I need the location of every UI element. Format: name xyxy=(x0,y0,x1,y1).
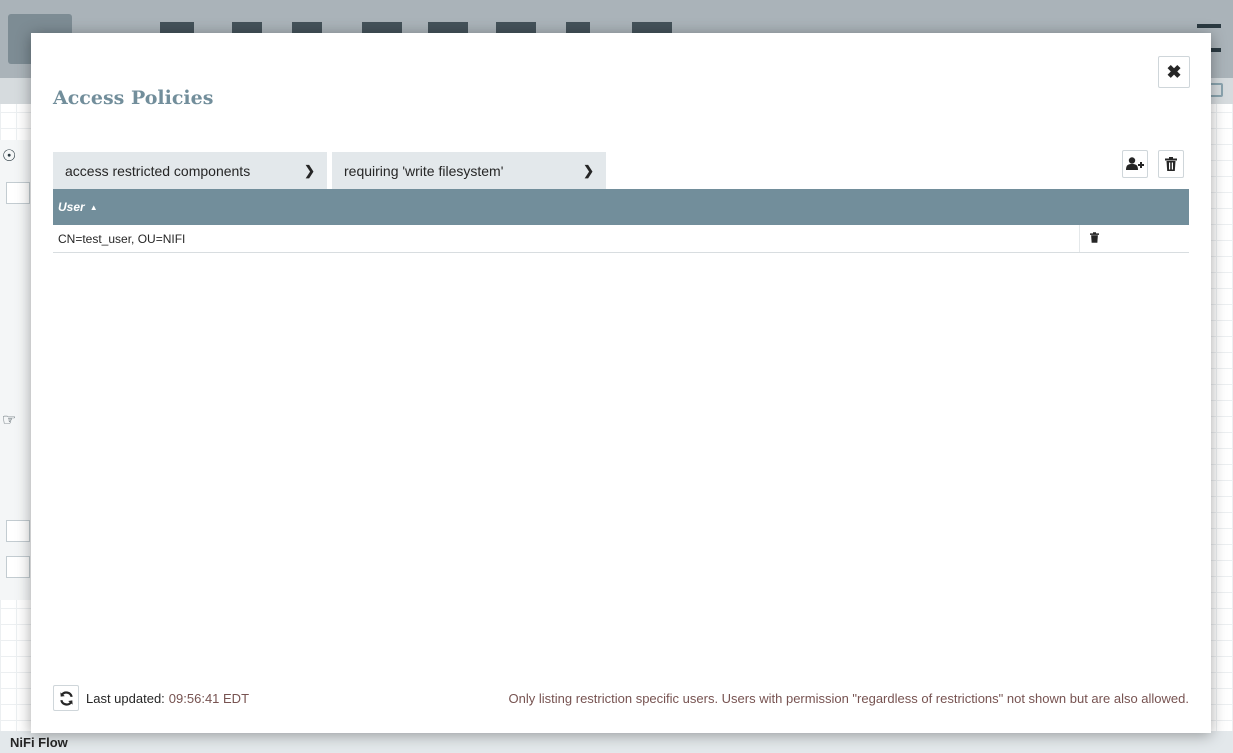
palette-control[interactable] xyxy=(6,520,30,542)
last-updated-label: Last updated: xyxy=(86,690,165,706)
add-user-icon xyxy=(1126,157,1144,170)
table-row[interactable]: CN=test_user, OU=NIFI xyxy=(53,225,1189,253)
resource-select[interactable]: access restricted components ❯ xyxy=(53,152,327,189)
trash-icon xyxy=(1165,157,1177,171)
palette-control[interactable] xyxy=(6,182,30,204)
column-header-user[interactable]: User xyxy=(58,200,85,214)
users-table-header: User ▲ xyxy=(53,189,1189,225)
user-cell: CN=test_user, OU=NIFI xyxy=(58,231,186,246)
breadcrumb: NiFi Flow xyxy=(0,731,1233,753)
breadcrumb-item[interactable]: NiFi Flow xyxy=(10,735,68,750)
trash-icon[interactable] xyxy=(1090,231,1099,246)
operate-palette: ☉ ☞ xyxy=(0,140,34,600)
chevron-down-icon: ❯ xyxy=(583,162,594,178)
palette-control[interactable] xyxy=(6,556,30,578)
restriction-message: Only listing restriction specific users.… xyxy=(508,690,1189,706)
refresh-icon xyxy=(59,690,73,706)
actions-cell xyxy=(1079,225,1189,252)
dialog-title: Access Policies xyxy=(53,87,214,109)
dialog-footer: Last updated: 09:56:41 EDT Only listing … xyxy=(53,685,1189,711)
delete-policy-button[interactable] xyxy=(1158,150,1184,178)
refresh-button[interactable] xyxy=(53,685,79,711)
operate-icon[interactable]: ☞ xyxy=(2,410,16,430)
navigate-icon[interactable]: ☉ xyxy=(2,146,16,166)
add-user-button[interactable] xyxy=(1122,150,1148,178)
last-updated-timestamp: 09:56:41 EDT xyxy=(168,690,250,706)
action-select[interactable]: requiring 'write filesystem' ❯ xyxy=(332,152,606,189)
chevron-down-icon: ❯ xyxy=(304,162,315,178)
close-icon: ✖ xyxy=(1166,61,1182,82)
resource-select-value: access restricted components xyxy=(65,162,251,179)
bulletin-icon[interactable] xyxy=(1209,83,1223,97)
sort-ascending-icon: ▲ xyxy=(89,202,98,212)
access-policies-dialog: Access Policies ✖ access restricted comp… xyxy=(31,33,1211,733)
close-button[interactable]: ✖ xyxy=(1158,56,1190,88)
action-select-value: requiring 'write filesystem' xyxy=(344,162,504,179)
